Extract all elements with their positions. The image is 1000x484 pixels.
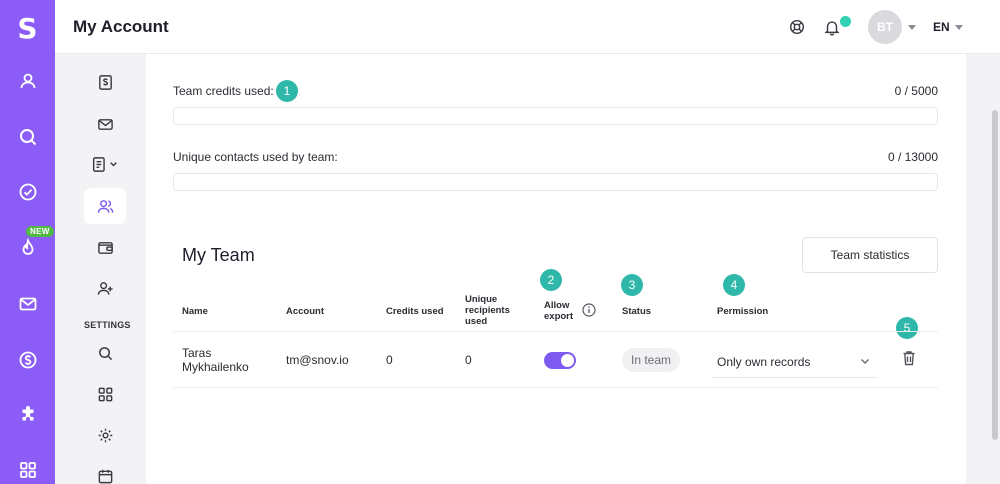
member-last-name: Mykhailenko: [182, 360, 249, 374]
wallet-icon[interactable]: [84, 229, 126, 265]
table-header-divider: [173, 331, 938, 332]
gear-icon[interactable]: [84, 417, 126, 453]
col-header-export-line2: export: [544, 311, 574, 322]
dollar-icon[interactable]: [0, 340, 55, 380]
scrollbar-thumb[interactable]: [992, 110, 998, 440]
col-header-unique-line1: Unique: [465, 294, 498, 305]
trash-icon[interactable]: [900, 349, 918, 367]
callout-marker-4: 4: [723, 274, 745, 296]
avatar[interactable]: BT: [868, 10, 902, 44]
main-panel: Team credits used: 1 0 / 5000 Unique con…: [146, 54, 966, 484]
chevron-down-icon: [860, 358, 870, 365]
col-header-permission: Permission: [717, 306, 769, 317]
allow-export-toggle[interactable]: [544, 352, 576, 369]
add-user-icon[interactable]: [84, 270, 126, 306]
flame-icon[interactable]: [0, 228, 55, 268]
team-statistics-button[interactable]: Team statistics: [802, 237, 938, 273]
check-circle-icon[interactable]: [0, 172, 55, 212]
col-header-credits-used: Credits used: [386, 306, 444, 317]
unique-contacts-progress: [173, 173, 938, 191]
toggle-knob: [561, 354, 574, 367]
col-header-allow-export: Allow export: [544, 300, 573, 322]
member-unique-recipients: 0: [465, 353, 472, 367]
permission-select[interactable]: Only own records: [711, 348, 877, 378]
member-credits-used: 0: [386, 353, 393, 367]
col-header-name: Name: [182, 306, 208, 317]
col-header-unique-recipients: Unique recipients used: [465, 294, 510, 327]
member-first-name: Taras: [182, 346, 212, 360]
callout-marker-1: 1: [276, 80, 298, 102]
table-row-divider: [173, 387, 938, 388]
col-header-export-line1: Allow: [544, 300, 570, 311]
app-logo[interactable]: S: [0, 8, 55, 48]
apps-icon[interactable]: [0, 450, 55, 484]
support-icon[interactable]: [786, 16, 808, 38]
notification-dot: [840, 16, 851, 27]
avatar-caret-icon[interactable]: [908, 25, 916, 30]
status-badge: In team: [622, 348, 681, 372]
unique-contacts-label: Unique contacts used by team:: [173, 150, 338, 164]
col-header-account: Account: [286, 306, 324, 317]
col-header-unique-line2: recipients: [465, 305, 510, 316]
team-icon[interactable]: [84, 188, 126, 224]
search-settings-icon[interactable]: [84, 335, 126, 371]
language-caret-icon[interactable]: [955, 25, 963, 30]
main-rail: S NEW: [0, 0, 55, 484]
page-title: My Account: [73, 17, 169, 36]
top-header: My Account BT EN: [55, 0, 1000, 54]
puzzle-icon[interactable]: [0, 395, 55, 435]
info-icon[interactable]: [582, 303, 596, 317]
mail-icon[interactable]: [0, 284, 55, 324]
col-header-unique-line3: used: [465, 316, 488, 327]
account-subnav: SETTINGS: [55, 54, 146, 484]
callout-marker-5: 5: [896, 317, 918, 339]
calendar-icon[interactable]: [84, 458, 126, 484]
team-credits-value: 0 / 5000: [894, 84, 938, 98]
integrations-icon[interactable]: [84, 376, 126, 412]
col-header-status: Status: [622, 306, 652, 317]
search-icon[interactable]: [0, 117, 55, 157]
profile-icon[interactable]: [0, 61, 55, 101]
member-name: Taras Mykhailenko: [182, 346, 249, 374]
language-selector[interactable]: EN: [933, 20, 950, 34]
permission-value: Only own records: [717, 355, 811, 369]
billing-icon[interactable]: [84, 64, 126, 100]
email-settings-icon[interactable]: [84, 106, 126, 142]
team-section-title: My Team: [182, 245, 255, 265]
team-credits-progress: [173, 107, 938, 125]
unique-contacts-value: 0 / 13000: [887, 150, 938, 164]
callout-marker-3: 3: [621, 274, 643, 296]
documents-menu[interactable]: [84, 146, 126, 182]
settings-section-label: SETTINGS: [84, 320, 131, 330]
callout-marker-2: 2: [540, 269, 562, 291]
member-account: tm@snov.io: [286, 353, 349, 367]
team-credits-label: Team credits used:: [173, 84, 274, 98]
